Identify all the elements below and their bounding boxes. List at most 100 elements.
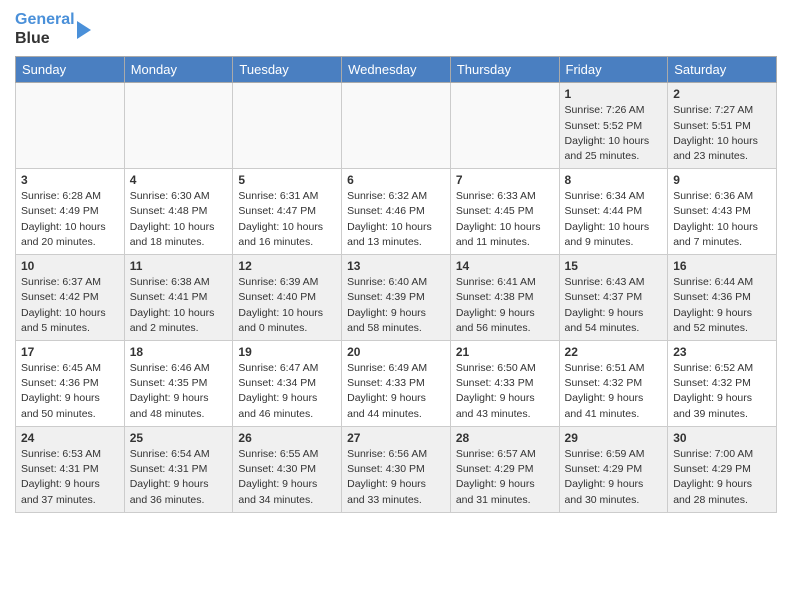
calendar-table: SundayMondayTuesdayWednesdayThursdayFrid… [15, 56, 777, 512]
calendar-cell: 4Sunrise: 6:30 AM Sunset: 4:48 PM Daylig… [124, 169, 233, 255]
day-info: Sunrise: 6:45 AM Sunset: 4:36 PM Dayligh… [21, 361, 119, 422]
day-number: 24 [21, 431, 119, 445]
calendar-cell: 2 Sunrise: 7:27 AM Sunset: 5:51 PM Daylig… [668, 83, 777, 169]
day-number: 30 [673, 431, 771, 445]
calendar-cell: 27Sunrise: 6:56 AM Sunset: 4:30 PM Dayli… [342, 426, 451, 512]
calendar-cell: 16 Sunrise: 6:44 AM Sunset: 4:36 PM Dayli… [668, 255, 777, 341]
day-info: Sunrise: 6:41 AM Sunset: 4:38 PM Dayligh… [456, 275, 554, 336]
calendar-cell: 25 Sunrise: 6:54 AM Sunset: 4:31 PM Dayli… [124, 426, 233, 512]
day-number: 28 [456, 431, 554, 445]
calendar-week-row: 17 Sunrise: 6:45 AM Sunset: 4:36 PM Dayli… [16, 341, 777, 427]
calendar-cell: 28 Sunrise: 6:57 AM Sunset: 4:29 PM Dayli… [450, 426, 559, 512]
calendar-cell: 9 Sunrise: 6:36 AM Sunset: 4:43 PM Daylig… [668, 169, 777, 255]
calendar-cell: 14 Sunrise: 6:41 AM Sunset: 4:38 PM Dayli… [450, 255, 559, 341]
day-number: 9 [673, 173, 771, 187]
calendar-week-row: 3 Sunrise: 6:28 AM Sunset: 4:49 PM Daylig… [16, 169, 777, 255]
day-info: Sunrise: 6:53 AM Sunset: 4:31 PM Dayligh… [21, 447, 119, 508]
day-info: Sunrise: 6:32 AM Sunset: 4:46 PM Dayligh… [347, 189, 445, 250]
day-info: Sunrise: 6:44 AM Sunset: 4:36 PM Dayligh… [673, 275, 771, 336]
day-info: Sunrise: 6:38 AM Sunset: 4:41 PM Dayligh… [130, 275, 228, 336]
day-number: 16 [673, 259, 771, 273]
day-info: Sunrise: 6:43 AM Sunset: 4:37 PM Dayligh… [565, 275, 663, 336]
day-number: 5 [238, 173, 336, 187]
day-info: Sunrise: 6:55 AM Sunset: 4:30 PM Dayligh… [238, 447, 336, 508]
logo-text: GeneralBlue [15, 10, 75, 48]
day-info: Sunrise: 6:37 AM Sunset: 4:42 PM Dayligh… [21, 275, 119, 336]
day-info: Sunrise: 6:47 AM Sunset: 4:34 PM Dayligh… [238, 361, 336, 422]
calendar-cell: 19 Sunrise: 6:47 AM Sunset: 4:34 PM Dayli… [233, 341, 342, 427]
calendar-cell: 13 Sunrise: 6:40 AM Sunset: 4:39 PM Dayli… [342, 255, 451, 341]
calendar-week-row: 1Sunrise: 7:26 AM Sunset: 5:52 PM Daylig… [16, 83, 777, 169]
day-number: 13 [347, 259, 445, 273]
page-header: GeneralBlue [15, 10, 777, 48]
day-info: Sunrise: 6:51 AM Sunset: 4:32 PM Dayligh… [565, 361, 663, 422]
day-number: 20 [347, 345, 445, 359]
weekday-header-wednesday: Wednesday [342, 57, 451, 83]
weekday-header-monday: Monday [124, 57, 233, 83]
day-info: Sunrise: 6:28 AM Sunset: 4:49 PM Dayligh… [21, 189, 119, 250]
day-number: 26 [238, 431, 336, 445]
calendar-cell: 5 Sunrise: 6:31 AM Sunset: 4:47 PM Daylig… [233, 169, 342, 255]
day-info: Sunrise: 7:00 AM Sunset: 4:29 PM Dayligh… [673, 447, 771, 508]
calendar-cell [233, 83, 342, 169]
logo: GeneralBlue [15, 10, 91, 48]
calendar-cell: 21Sunrise: 6:50 AM Sunset: 4:33 PM Dayli… [450, 341, 559, 427]
calendar-cell: 17 Sunrise: 6:45 AM Sunset: 4:36 PM Dayli… [16, 341, 125, 427]
day-number: 7 [456, 173, 554, 187]
calendar-cell: 3 Sunrise: 6:28 AM Sunset: 4:49 PM Daylig… [16, 169, 125, 255]
calendar-cell [450, 83, 559, 169]
day-number: 27 [347, 431, 445, 445]
weekday-header-friday: Friday [559, 57, 668, 83]
logo-arrow-icon [77, 21, 91, 39]
calendar-week-row: 10 Sunrise: 6:37 AM Sunset: 4:42 PM Dayli… [16, 255, 777, 341]
calendar-cell: 7 Sunrise: 6:33 AM Sunset: 4:45 PM Daylig… [450, 169, 559, 255]
day-info: Sunrise: 6:36 AM Sunset: 4:43 PM Dayligh… [673, 189, 771, 250]
day-number: 14 [456, 259, 554, 273]
day-info: Sunrise: 7:26 AM Sunset: 5:52 PM Dayligh… [565, 103, 663, 164]
calendar-cell: 1Sunrise: 7:26 AM Sunset: 5:52 PM Daylig… [559, 83, 668, 169]
calendar-cell: 26 Sunrise: 6:55 AM Sunset: 4:30 PM Dayli… [233, 426, 342, 512]
day-info: Sunrise: 7:27 AM Sunset: 5:51 PM Dayligh… [673, 103, 771, 164]
calendar-cell: 10 Sunrise: 6:37 AM Sunset: 4:42 PM Dayli… [16, 255, 125, 341]
day-info: Sunrise: 6:33 AM Sunset: 4:45 PM Dayligh… [456, 189, 554, 250]
calendar-week-row: 24 Sunrise: 6:53 AM Sunset: 4:31 PM Dayli… [16, 426, 777, 512]
day-info: Sunrise: 6:46 AM Sunset: 4:35 PM Dayligh… [130, 361, 228, 422]
day-number: 3 [21, 173, 119, 187]
day-number: 17 [21, 345, 119, 359]
day-info: Sunrise: 6:59 AM Sunset: 4:29 PM Dayligh… [565, 447, 663, 508]
calendar-cell: 8Sunrise: 6:34 AM Sunset: 4:44 PM Daylig… [559, 169, 668, 255]
calendar-cell: 15 Sunrise: 6:43 AM Sunset: 4:37 PM Dayli… [559, 255, 668, 341]
day-number: 2 [673, 87, 771, 101]
day-number: 23 [673, 345, 771, 359]
calendar-header-row: SundayMondayTuesdayWednesdayThursdayFrid… [16, 57, 777, 83]
weekday-header-sunday: Sunday [16, 57, 125, 83]
calendar-cell: 11 Sunrise: 6:38 AM Sunset: 4:41 PM Dayli… [124, 255, 233, 341]
day-number: 19 [238, 345, 336, 359]
day-info: Sunrise: 6:39 AM Sunset: 4:40 PM Dayligh… [238, 275, 336, 336]
calendar-cell [124, 83, 233, 169]
calendar-cell: 30 Sunrise: 7:00 AM Sunset: 4:29 PM Dayli… [668, 426, 777, 512]
day-info: Sunrise: 6:40 AM Sunset: 4:39 PM Dayligh… [347, 275, 445, 336]
calendar-cell: 29Sunrise: 6:59 AM Sunset: 4:29 PM Dayli… [559, 426, 668, 512]
day-number: 25 [130, 431, 228, 445]
day-number: 11 [130, 259, 228, 273]
day-number: 15 [565, 259, 663, 273]
day-info: Sunrise: 6:34 AM Sunset: 4:44 PM Dayligh… [565, 189, 663, 250]
weekday-header-thursday: Thursday [450, 57, 559, 83]
day-number: 21 [456, 345, 554, 359]
day-number: 12 [238, 259, 336, 273]
calendar-cell: 6 Sunrise: 6:32 AM Sunset: 4:46 PM Daylig… [342, 169, 451, 255]
day-info: Sunrise: 6:54 AM Sunset: 4:31 PM Dayligh… [130, 447, 228, 508]
weekday-header-tuesday: Tuesday [233, 57, 342, 83]
day-number: 10 [21, 259, 119, 273]
day-info: Sunrise: 6:57 AM Sunset: 4:29 PM Dayligh… [456, 447, 554, 508]
calendar-cell: 22 Sunrise: 6:51 AM Sunset: 4:32 PM Dayli… [559, 341, 668, 427]
calendar-cell: 20Sunrise: 6:49 AM Sunset: 4:33 PM Dayli… [342, 341, 451, 427]
calendar-cell: 12 Sunrise: 6:39 AM Sunset: 4:40 PM Dayli… [233, 255, 342, 341]
calendar-cell: 23 Sunrise: 6:52 AM Sunset: 4:32 PM Dayli… [668, 341, 777, 427]
day-info: Sunrise: 6:31 AM Sunset: 4:47 PM Dayligh… [238, 189, 336, 250]
day-number: 18 [130, 345, 228, 359]
day-number: 22 [565, 345, 663, 359]
day-number: 6 [347, 173, 445, 187]
day-info: Sunrise: 6:52 AM Sunset: 4:32 PM Dayligh… [673, 361, 771, 422]
